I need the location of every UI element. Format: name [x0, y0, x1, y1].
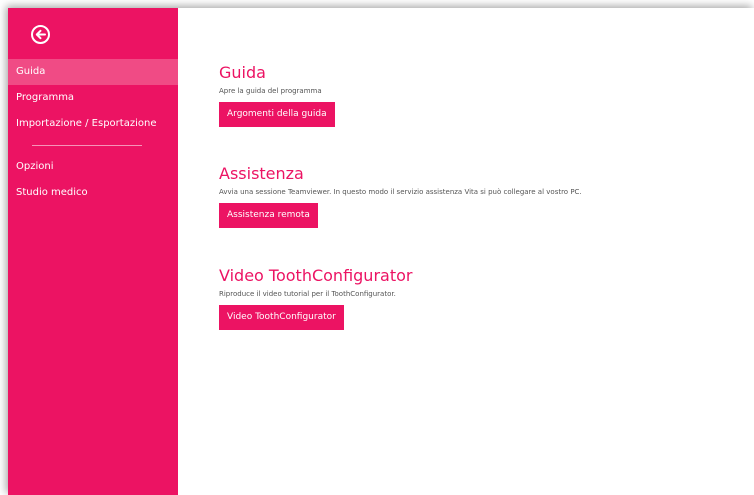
section-description: Avvia una sessione Teamviewer. In questo… — [219, 188, 582, 196]
sidebar-divider — [32, 145, 142, 146]
section-title: Guida — [219, 63, 266, 82]
section-assistenza: Assistenza Avvia una sessione Teamviewer… — [219, 164, 582, 228]
sidebar-item-studio-medico[interactable]: Studio medico — [8, 180, 178, 206]
section-description: Apre la guida del programma — [219, 87, 322, 95]
arrow-left-icon — [35, 29, 46, 40]
sidebar-item-opzioni[interactable]: Opzioni — [8, 154, 178, 180]
section-title: Assistenza — [219, 164, 304, 183]
sidebar: Guida Programma Importazione / Esportazi… — [8, 8, 178, 495]
sidebar-item-importazione-esportazione[interactable]: Importazione / Esportazione — [8, 111, 178, 137]
main-content: Guida Apre la guida del programma Argome… — [219, 8, 754, 495]
help-topics-button[interactable]: Argomenti della guida — [219, 102, 335, 127]
section-description: Riproduce il video tutorial per il Tooth… — [219, 290, 396, 298]
sidebar-item-guida[interactable]: Guida — [8, 59, 178, 85]
video-toothconfigurator-button[interactable]: Video ToothConfigurator — [219, 305, 344, 330]
section-title: Video ToothConfigurator — [219, 266, 413, 285]
sidebar-item-programma[interactable]: Programma — [8, 85, 178, 111]
back-button[interactable] — [31, 25, 50, 44]
app-window: Guida Programma Importazione / Esportazi… — [8, 8, 754, 495]
remote-assistance-button[interactable]: Assistenza remota — [219, 203, 318, 228]
section-video: Video ToothConfigurator Riproduce il vid… — [219, 266, 412, 330]
sidebar-nav: Guida Programma Importazione / Esportazi… — [8, 59, 178, 206]
section-guida: Guida Apre la guida del programma Argome… — [219, 63, 335, 127]
